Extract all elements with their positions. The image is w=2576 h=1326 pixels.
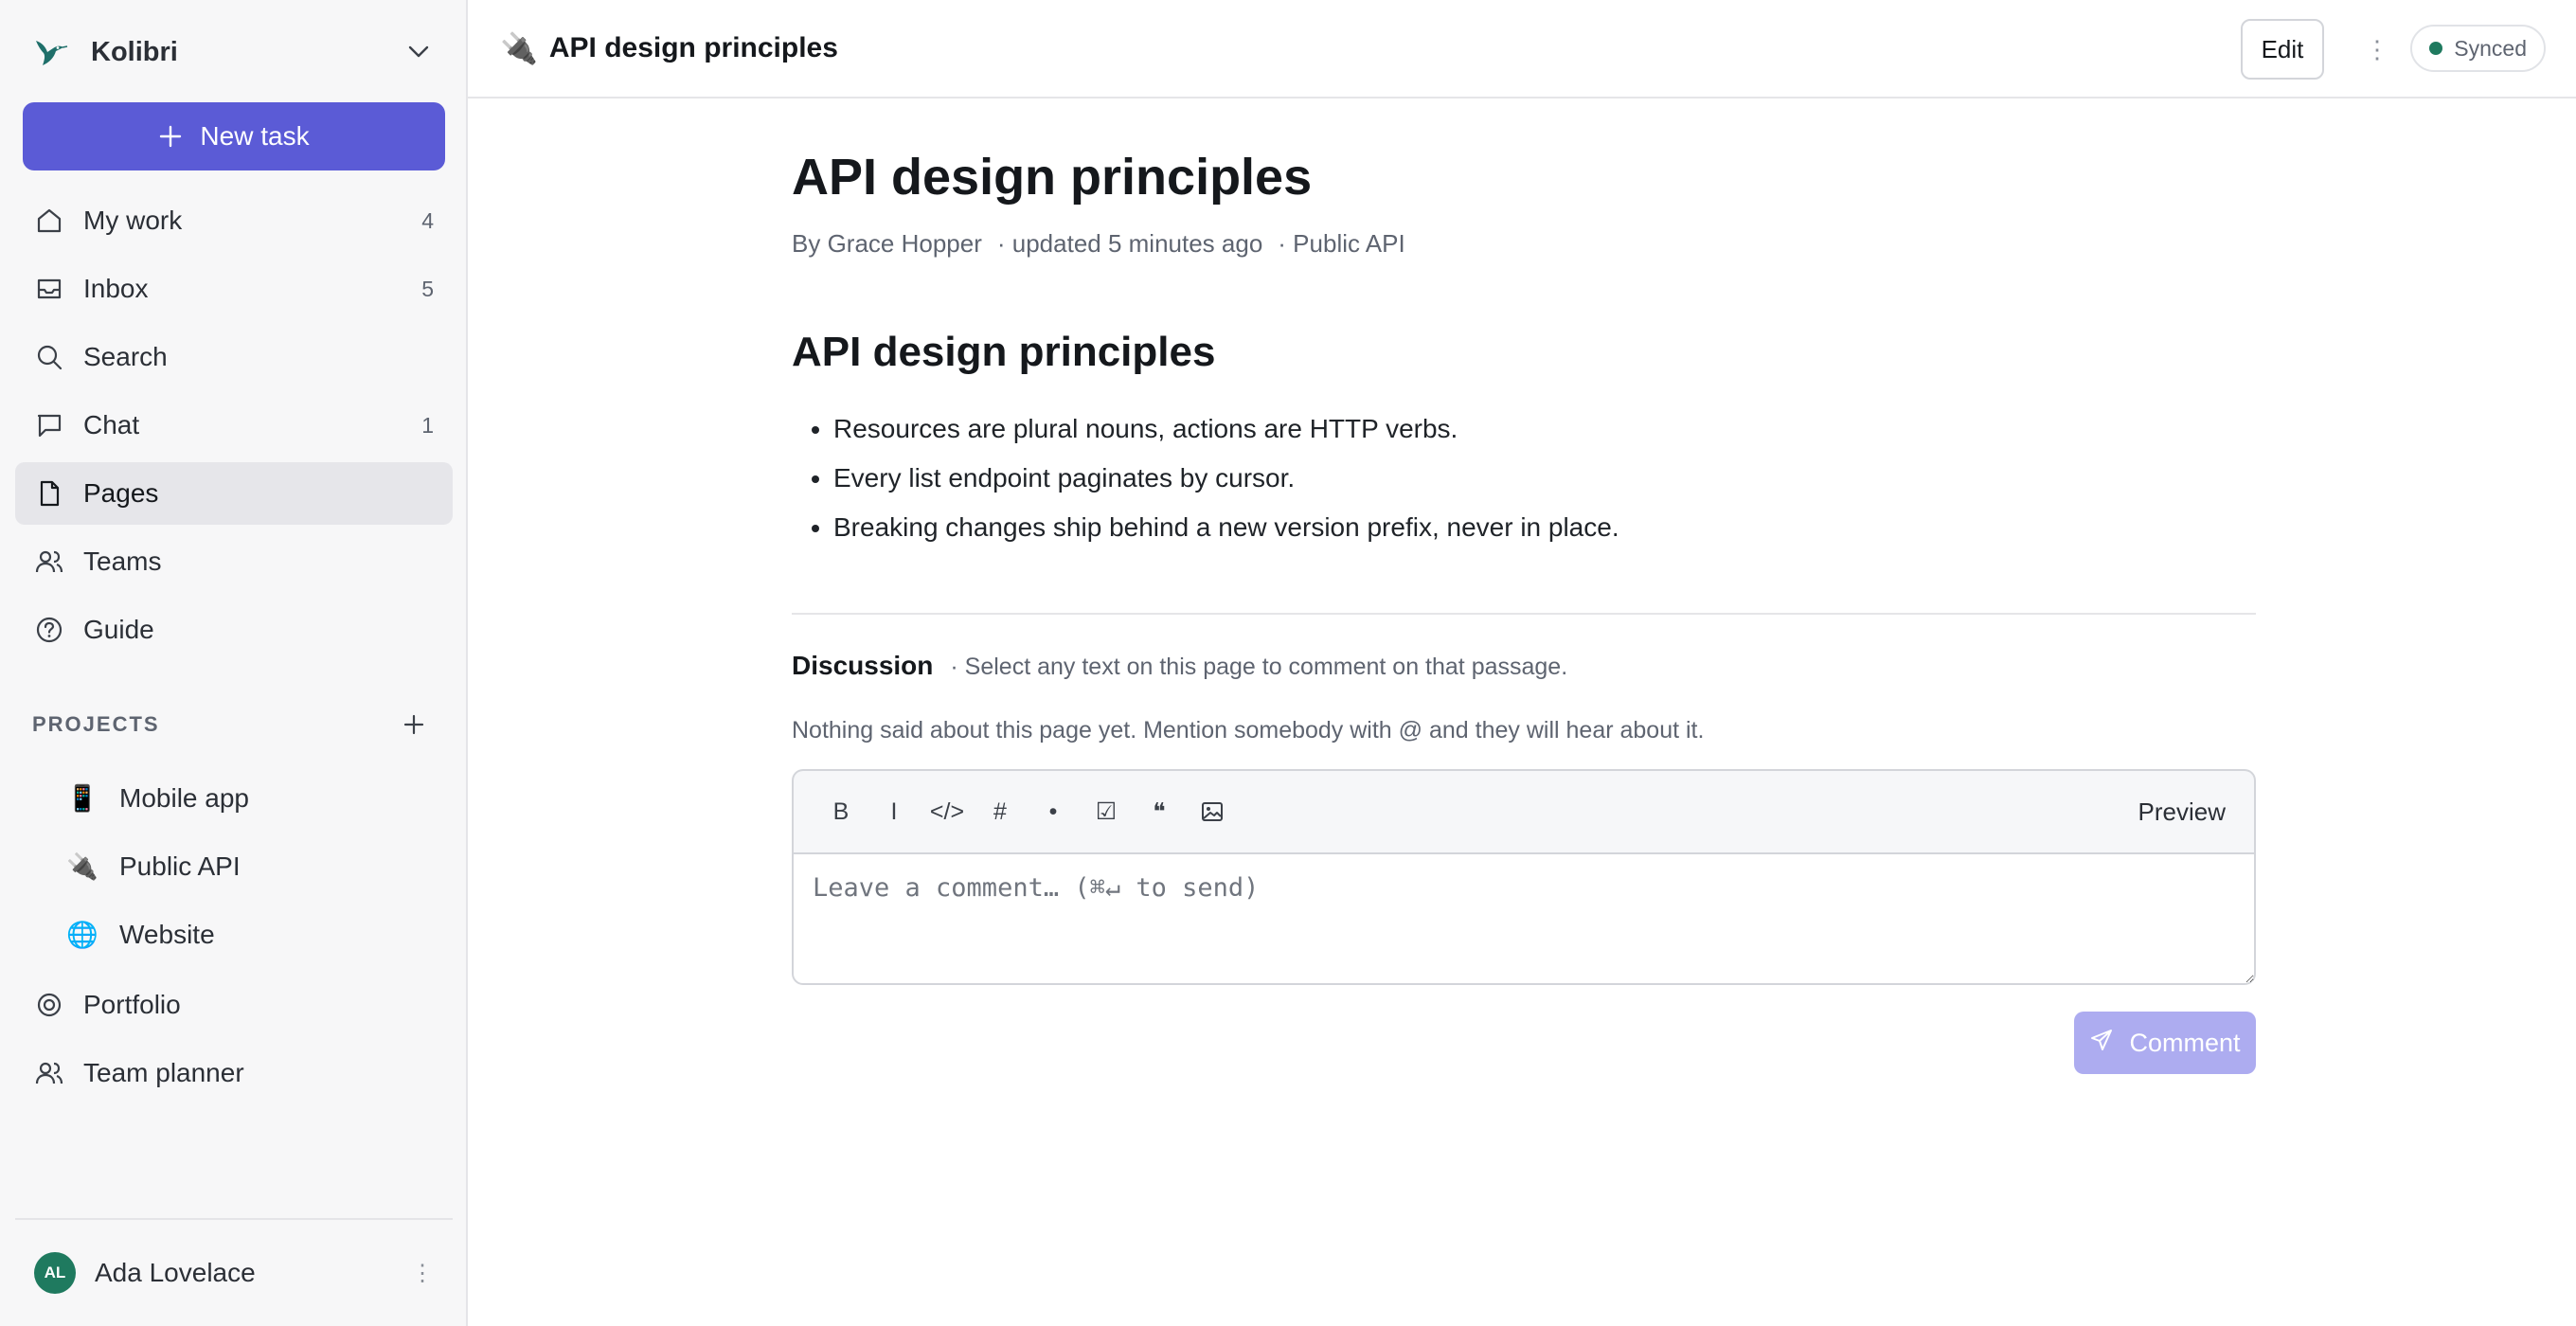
sidebar-item-label: Portfolio	[83, 990, 181, 1019]
inbox-icon	[34, 274, 64, 304]
user-name: Ada Lovelace	[95, 1258, 256, 1287]
byline-project: · Public API	[1278, 229, 1405, 258]
help-icon	[34, 615, 64, 645]
discussion-title: Discussion	[792, 651, 934, 680]
sidebar: Kolibri New task My work 4 Inbox 5 Searc…	[0, 0, 468, 1326]
count-badge: 5	[421, 276, 434, 301]
projects-header: PROJECTS	[32, 701, 430, 748]
heading-button[interactable]: #	[974, 785, 1027, 838]
search-icon	[34, 342, 64, 372]
quote-button[interactable]: ❝	[1133, 785, 1186, 838]
sidebar-item-label: Pages	[83, 478, 159, 508]
new-task-label: New task	[200, 121, 310, 151]
hummingbird-icon	[28, 31, 70, 73]
byline-author: By Grace Hopper	[792, 229, 982, 258]
more-vertical-icon[interactable]: ⋮	[411, 1260, 434, 1287]
project-item-mobile-app[interactable]: 📱 Mobile app	[15, 767, 453, 830]
comment-input[interactable]	[792, 852, 2256, 985]
sidebar-item-teams[interactable]: Teams	[15, 530, 453, 593]
sidebar-item-my-work[interactable]: My work 4	[15, 189, 453, 252]
chevron-down-icon	[405, 39, 432, 65]
sidebar-item-label: My work	[83, 206, 183, 235]
divider	[792, 613, 2256, 615]
page-title: API design principles	[792, 149, 1313, 206]
editor-toolbar: B I </> # • ☑ ❝ Preview	[792, 769, 2256, 852]
sidebar-item-portfolio[interactable]: Portfolio	[15, 974, 453, 1036]
byline: By Grace Hopper · updated 5 minutes ago …	[792, 229, 2256, 259]
main-nav: My work 4 Inbox 5 Search Chat 1 Pages Te…	[15, 189, 453, 667]
sync-status-label: Synced	[2454, 35, 2527, 61]
more-vertical-icon[interactable]: ⋮	[2358, 28, 2396, 70]
sidebar-item-pages[interactable]: Pages	[15, 462, 453, 525]
plus-icon	[158, 124, 183, 149]
users-icon	[34, 547, 64, 577]
comment-editor: B I </> # • ☑ ❝ Preview Leave a comment……	[792, 769, 2256, 1074]
discussion-header: Discussion · Select any text on this pag…	[792, 651, 2256, 681]
globe-icon: 🌐	[66, 921, 98, 949]
project-label: Mobile app	[119, 783, 249, 813]
sidebar-item-label: Chat	[83, 410, 140, 439]
page-content: API design principles By Grace Hopper · …	[792, 99, 2256, 1074]
send-icon	[2089, 1028, 2114, 1059]
plug-icon: 🔌	[500, 31, 538, 65]
code-button[interactable]: </>	[921, 785, 974, 838]
add-project-icon[interactable]	[398, 708, 430, 741]
user-menu[interactable]: AL Ada Lovelace ⋮	[15, 1218, 453, 1326]
sync-status-badge: Synced	[2410, 25, 2546, 72]
sidebar-item-label: Guide	[83, 615, 154, 644]
sidebar-item-guide[interactable]: Guide	[15, 599, 453, 661]
sidebar-item-label: Teams	[83, 547, 162, 576]
main-area: 🔌 API design principles Edit ⋮ Synced AP…	[468, 0, 2576, 1326]
projects-list: 📱 Mobile app 🔌 Public API 🌐 Website	[15, 767, 453, 972]
workspace-switcher[interactable]: Kolibri	[28, 23, 441, 81]
home-icon	[34, 206, 64, 236]
discussion-hint: · Select any text on this page to commen…	[950, 654, 1568, 680]
sidebar-item-search[interactable]: Search	[15, 326, 453, 388]
image-icon[interactable]	[1186, 785, 1239, 838]
bold-button[interactable]: B	[814, 785, 868, 838]
project-label: Website	[119, 920, 215, 949]
app-root: Kolibri New task My work 4 Inbox 5 Searc…	[0, 0, 2576, 1326]
sidebar-item-chat[interactable]: Chat 1	[15, 394, 453, 457]
italic-button[interactable]: I	[868, 785, 921, 838]
projects-heading: PROJECTS	[32, 712, 160, 736]
project-label: Public API	[119, 851, 241, 881]
list-item: Breaking changes ship behind a new versi…	[833, 503, 2256, 552]
sidebar-item-label: Search	[83, 342, 168, 371]
target-icon	[34, 990, 64, 1020]
sidebar-item-label: Inbox	[83, 274, 149, 303]
sidebar-item-inbox[interactable]: Inbox 5	[15, 258, 453, 320]
phone-icon: 📱	[66, 784, 98, 813]
users-icon	[34, 1058, 64, 1088]
header-title: API design principles	[548, 32, 838, 63]
page-icon	[34, 478, 64, 509]
list-item: Resources are plural nouns, actions are …	[833, 404, 2256, 454]
document-bullet-list: Resources are plural nouns, actions are …	[792, 404, 2256, 552]
checkbox-button[interactable]: ☑	[1080, 785, 1133, 838]
chat-icon	[34, 410, 64, 440]
page-header: 🔌 API design principles Edit ⋮ Synced	[468, 0, 2576, 99]
sidebar-item-team-planner[interactable]: Team planner	[15, 1042, 453, 1104]
byline-updated: · updated 5 minutes ago	[996, 229, 1263, 258]
plug-icon: 🔌	[66, 852, 98, 881]
new-task-button[interactable]: New task	[23, 102, 445, 170]
avatar: AL	[34, 1252, 76, 1294]
project-item-website[interactable]: 🌐 Website	[15, 904, 453, 966]
list-item: Every list endpoint paginates by cursor.	[833, 454, 2256, 503]
preview-tab[interactable]: Preview	[2110, 785, 2254, 838]
secondary-nav: Portfolio Team planner	[15, 974, 453, 1110]
status-dot	[2429, 42, 2443, 55]
discussion-empty-state: Nothing said about this page yet. Mentio…	[792, 717, 1705, 744]
bullet-list-button[interactable]: •	[1027, 785, 1080, 838]
workspace-name: Kolibri	[91, 36, 178, 67]
sidebar-item-label: Team planner	[83, 1058, 244, 1087]
comment-submit-button[interactable]: Comment	[2074, 1012, 2256, 1074]
count-badge: 4	[421, 207, 434, 233]
edit-button[interactable]: Edit	[2241, 19, 2324, 80]
comment-submit-label: Comment	[2129, 1028, 2241, 1057]
project-item-public-api[interactable]: 🔌 Public API	[15, 835, 453, 898]
count-badge: 1	[421, 412, 434, 438]
document-heading: API design principles	[792, 329, 1216, 375]
